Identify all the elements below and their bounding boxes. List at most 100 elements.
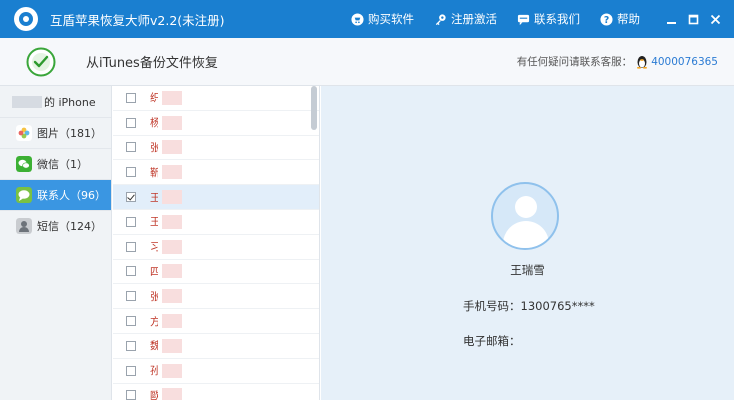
contact-checkbox[interactable]	[126, 266, 136, 277]
sidebar-item-label: 联系人（96）	[37, 189, 106, 202]
email-field: 电子邮箱：	[463, 333, 521, 349]
contact-name-partial: 王	[150, 190, 158, 205]
app-title: 互盾苹果恢复大师v2.2(未注册)	[50, 12, 225, 28]
contact-name-partial: 王	[150, 214, 158, 229]
contact-name-partial: 方	[150, 314, 158, 329]
contact-list: 织 杨 张 靳 王 王 习 四 张 方 魏 孙 歐	[113, 86, 320, 400]
qq-penguin-icon	[637, 55, 648, 69]
contact-name-partial: 张	[150, 289, 158, 304]
page-title: 从iTunes备份文件恢复	[86, 56, 218, 71]
contact-checkbox[interactable]	[126, 316, 136, 327]
sidebar: 的 iPhone 图片（181） 微信（1） 联系人（96） 短信（124）	[0, 86, 112, 400]
contact-row[interactable]: 靳	[113, 160, 319, 186]
device-label: 的 iPhone	[44, 95, 96, 109]
window-controls	[660, 8, 726, 30]
contact-row[interactable]: 魏	[113, 334, 319, 359]
contact-row[interactable]: 孙	[113, 359, 319, 384]
register-activate-button[interactable]: 注册激活	[434, 11, 497, 27]
register-activate-label: 注册激活	[451, 12, 497, 26]
contact-name-redacted	[162, 190, 182, 205]
contact-name-redacted	[162, 314, 182, 329]
sidebar-item-wechat[interactable]: 微信（1）	[0, 148, 111, 179]
close-icon	[710, 14, 720, 24]
contact-name-redacted	[162, 289, 182, 304]
contact-checkbox[interactable]	[126, 216, 136, 227]
contact-name: 王瑞雪	[510, 263, 545, 277]
sidebar-item-sms[interactable]: 短信（124）	[0, 210, 111, 241]
contact-checkbox[interactable]	[126, 390, 136, 400]
key-icon	[435, 13, 446, 25]
contact-checkbox[interactable]	[126, 167, 136, 178]
contact-name-redacted	[162, 388, 182, 400]
contact-row[interactable]: 习	[113, 235, 319, 260]
contact-checkbox[interactable]	[126, 92, 136, 103]
sidebar-item-contacts[interactable]: 联系人（96）	[0, 179, 111, 210]
contact-name-partial: 杨	[150, 115, 158, 130]
contact-checkbox[interactable]	[126, 340, 136, 351]
avatar-body	[503, 221, 549, 248]
buy-software-label: 购买软件	[368, 12, 414, 26]
wechat-icon	[16, 156, 32, 172]
sidebar-item-photos[interactable]: 图片（181）	[0, 117, 111, 148]
contact-name-partial: 四	[150, 264, 158, 279]
contact-row[interactable]: 杨	[113, 111, 319, 136]
contact-avatar-icon	[491, 182, 559, 250]
contact-us-label: 联系我们	[534, 12, 580, 26]
help-button[interactable]: ? 帮助	[600, 11, 640, 27]
contact-name-redacted	[162, 338, 182, 353]
contact-name-partial: 歐	[150, 388, 158, 400]
contact-checkbox[interactable]	[126, 142, 136, 153]
contact-checkbox[interactable]	[126, 365, 136, 376]
sms-icon	[16, 218, 32, 234]
help-label: 帮助	[617, 12, 640, 26]
sidebar-item-label: 微信（1）	[37, 158, 88, 171]
contact-name-partial: 张	[150, 140, 158, 155]
contact-row[interactable]: 方	[113, 309, 319, 334]
list-scrollbar[interactable]	[311, 86, 317, 130]
contacts-icon	[16, 187, 32, 203]
chat-icon	[517, 14, 530, 25]
contact-us-button[interactable]: 联系我们	[517, 11, 580, 27]
close-button[interactable]	[704, 8, 726, 30]
device-name-redacted	[12, 95, 42, 108]
contact-checkbox[interactable]	[126, 117, 136, 128]
contact-name-partial: 织	[150, 90, 158, 105]
contact-checkbox[interactable]	[126, 241, 136, 252]
minimize-button[interactable]	[660, 8, 682, 30]
maximize-button[interactable]	[682, 8, 704, 30]
contact-name-redacted	[162, 264, 182, 279]
contact-name-redacted	[162, 115, 182, 130]
contact-checkbox[interactable]	[126, 291, 136, 302]
contact-name-redacted	[162, 214, 182, 229]
contact-row[interactable]: 四	[113, 260, 319, 285]
contact-row[interactable]: 织	[113, 86, 319, 111]
support-phone-link[interactable]: 4000076365	[651, 56, 718, 68]
contact-row[interactable]: 歐	[113, 384, 319, 400]
email-label: 电子邮箱：	[463, 334, 521, 348]
support-info: 有任何疑问请联系客服： 4000076365	[517, 54, 718, 69]
contact-row[interactable]: 王	[113, 210, 319, 235]
phone-value: 1300765****	[520, 299, 595, 313]
contact-name-redacted	[162, 90, 182, 105]
contact-name-partial: 习	[150, 239, 158, 254]
contact-detail-panel: 王瑞雪 手机号码：1300765**** 电子邮箱：	[321, 86, 734, 400]
cart-icon	[351, 12, 364, 26]
contact-row[interactable]: 张	[113, 284, 319, 310]
contact-name-partial: 孙	[150, 363, 158, 378]
app-logo-icon	[14, 7, 38, 31]
support-label: 有任何疑问请联系客服：	[516, 56, 633, 68]
contact-checkbox-checked[interactable]	[126, 192, 136, 203]
contact-name-partial: 靳	[150, 165, 158, 180]
minimize-icon	[666, 21, 676, 24]
title-bar: 互盾苹果恢复大师v2.2(未注册) 购买软件 注册激活 联系我们 ? 帮助	[0, 0, 734, 38]
phone-label: 手机号码：	[463, 299, 521, 313]
contact-row[interactable]: 张	[113, 136, 319, 161]
contact-name-redacted	[162, 140, 182, 155]
buy-software-button[interactable]: 购买软件	[351, 11, 414, 27]
title-menu: 购买软件 注册激活 联系我们 ? 帮助	[351, 0, 660, 38]
sidebar-item-label: 短信（124）	[37, 220, 102, 233]
contact-row-selected[interactable]: 王	[113, 185, 319, 210]
page-header: 从iTunes备份文件恢复 有任何疑问请联系客服： 4000076365	[0, 38, 734, 86]
sidebar-item-label: 图片（181）	[37, 127, 102, 140]
help-icon: ?	[600, 12, 613, 25]
